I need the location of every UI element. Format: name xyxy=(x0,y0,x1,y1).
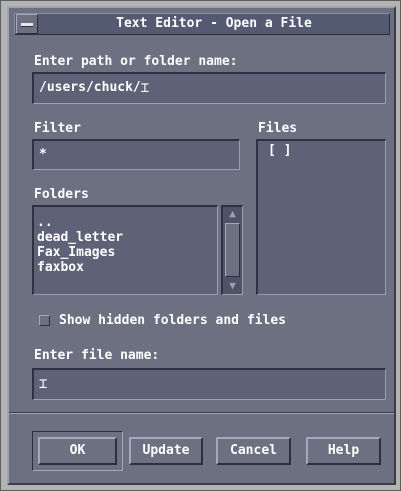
show-hidden-checkbox[interactable] xyxy=(39,315,50,326)
arrow-up-icon[interactable]: ▲ xyxy=(225,207,240,221)
cancel-button[interactable]: Cancel xyxy=(216,437,291,465)
folders-list[interactable]: .. dead_letter Fax_Images faxbox xyxy=(32,205,218,295)
path-input[interactable]: /users/chuck/⌶ xyxy=(32,72,386,104)
show-hidden-label[interactable]: Show hidden folders and files xyxy=(59,313,286,328)
window-menu-button[interactable] xyxy=(16,14,38,34)
filter-label: Filter xyxy=(34,121,81,136)
ok-button[interactable]: OK xyxy=(38,437,117,465)
window-menu-icon xyxy=(21,23,33,27)
scrollbar-thumb[interactable] xyxy=(225,223,240,277)
filter-input[interactable]: * xyxy=(32,139,240,170)
window-title: Text Editor - Open a File xyxy=(116,16,312,31)
files-list[interactable]: [ ] xyxy=(256,139,386,295)
text-cursor-icon: ⌶ xyxy=(39,376,48,392)
ibeam-cursor-icon: ⌶ xyxy=(140,80,150,96)
folders-scrollbar[interactable]: ▲ ▼ xyxy=(221,205,243,295)
files-label: Files xyxy=(258,121,298,136)
folders-list-item[interactable]: dead_letter xyxy=(34,230,217,245)
folders-list-item[interactable]: Fax_Images xyxy=(34,245,217,260)
path-value: /users/chuck/ xyxy=(39,80,141,95)
update-button[interactable]: Update xyxy=(129,437,203,465)
arrow-down-icon[interactable]: ▼ xyxy=(225,279,240,293)
folders-list-item[interactable]: faxbox xyxy=(34,260,217,275)
folders-list-item[interactable]: .. xyxy=(34,215,217,230)
path-label: Enter path or folder name: xyxy=(34,54,238,69)
files-list-item[interactable]: [ ] xyxy=(258,143,385,158)
filename-label: Enter file name: xyxy=(34,348,160,363)
folders-label: Folders xyxy=(34,187,89,202)
button-separator xyxy=(9,412,394,414)
help-button[interactable]: Help xyxy=(306,437,381,465)
filename-input[interactable]: ⌶ xyxy=(32,368,386,400)
filter-value: * xyxy=(39,147,47,162)
